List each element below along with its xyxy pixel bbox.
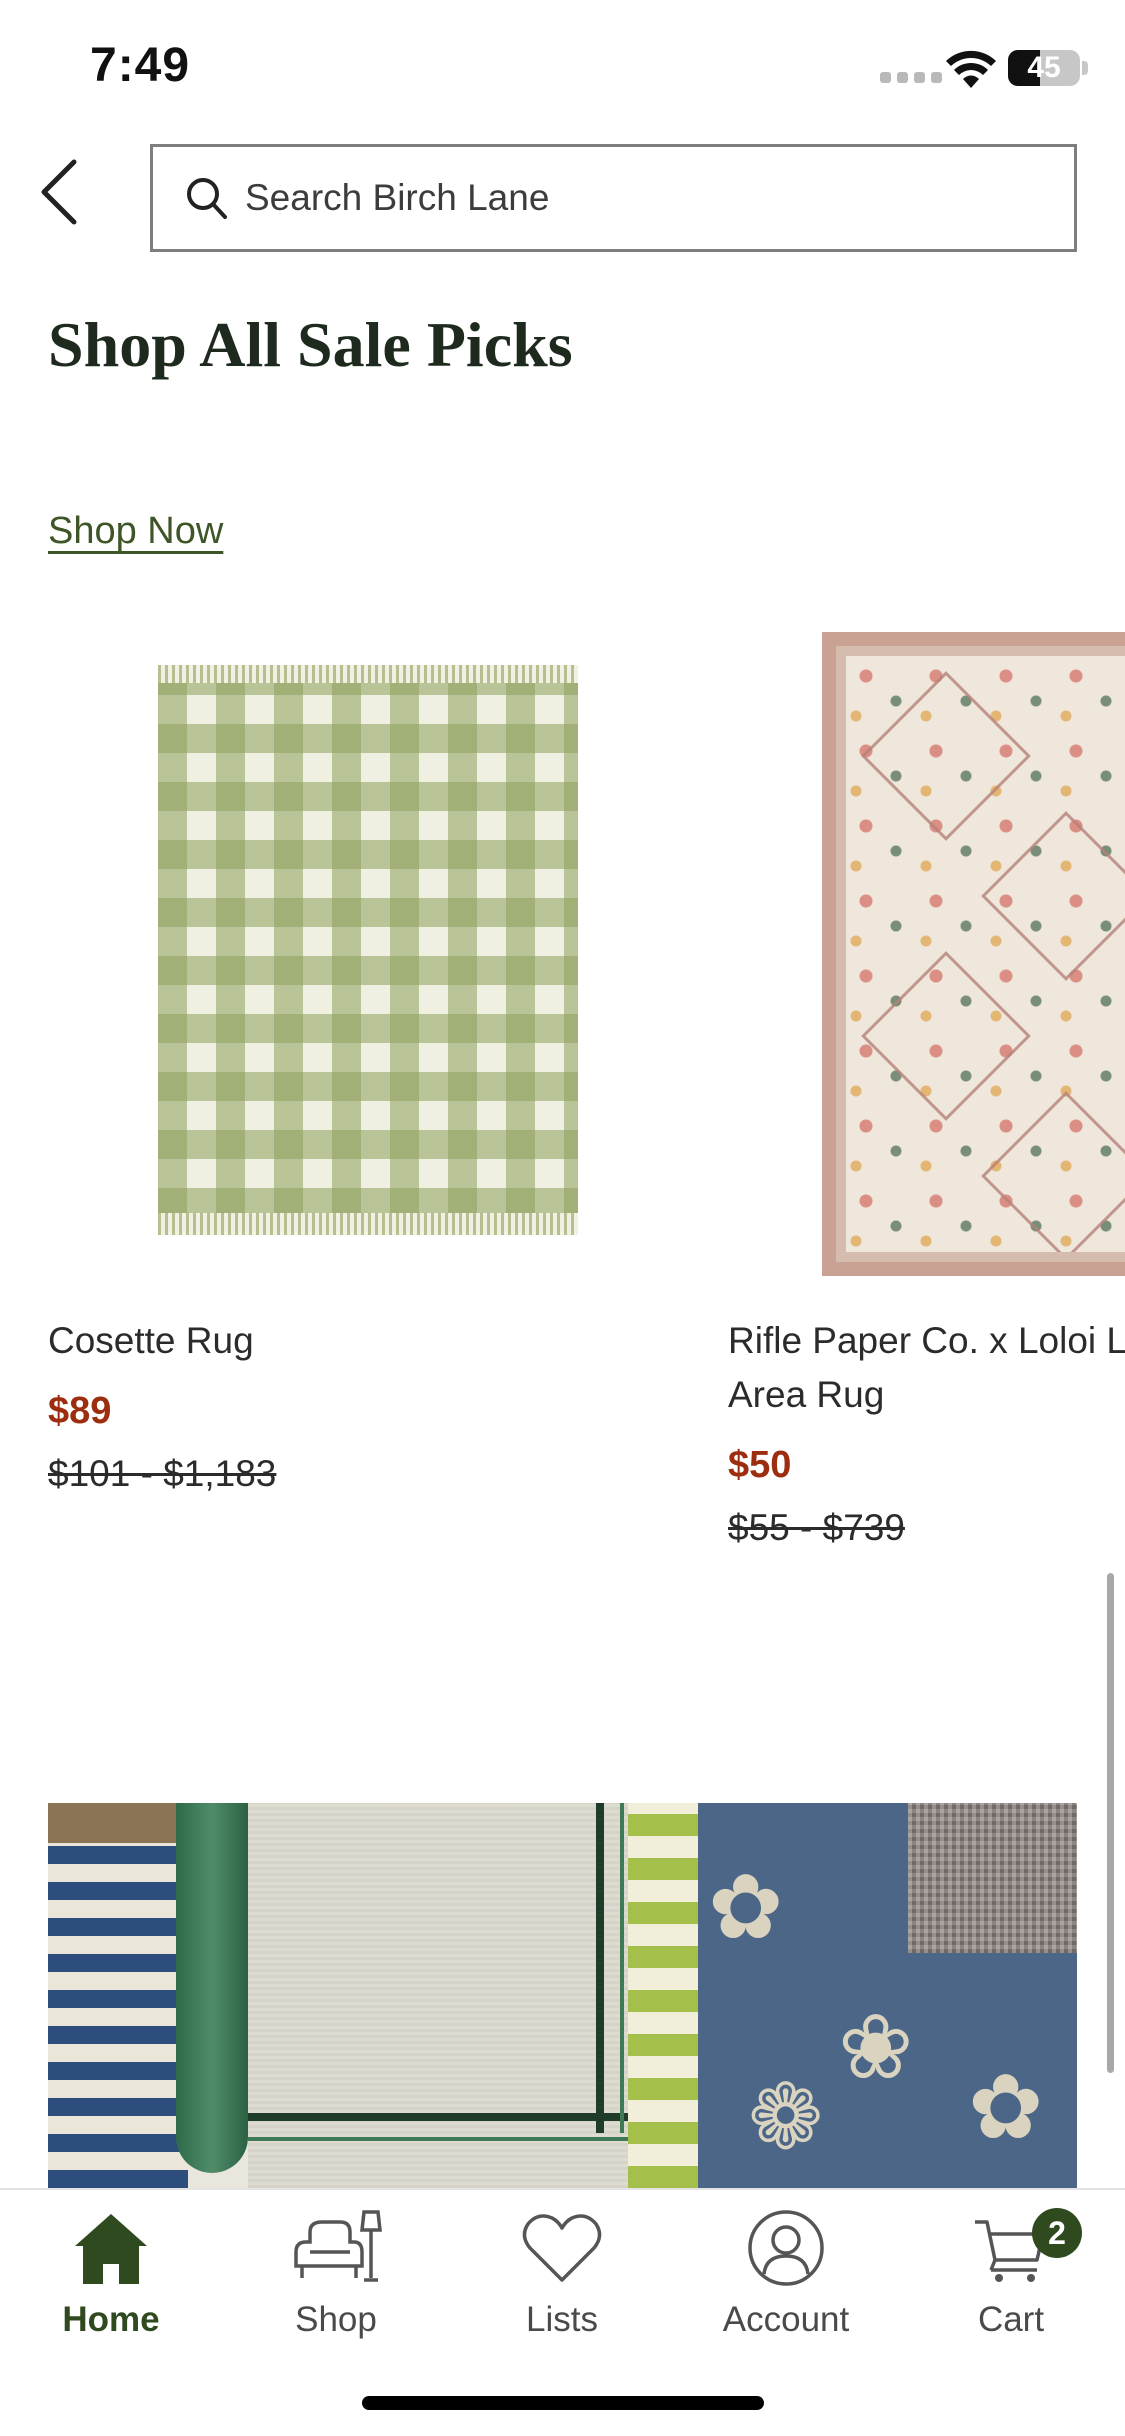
battery-level: 45 bbox=[1027, 51, 1061, 84]
product-card-rifle-paper-rug[interactable]: Rifle Paper Co. x Loloi L Area Rug $50 $… bbox=[728, 620, 1125, 1549]
product-name-line-1: Rifle Paper Co. x Loloi L bbox=[728, 1320, 1125, 1361]
tab-label: Account bbox=[722, 2300, 850, 2339]
search-icon bbox=[187, 178, 227, 219]
status-bar: 7:49 45 bbox=[0, 0, 1125, 140]
battery-icon: 45 bbox=[1008, 50, 1080, 86]
cart-count-badge: 2 bbox=[1032, 2208, 1082, 2258]
tab-account[interactable]: Account bbox=[691, 2208, 881, 2358]
product-name-line-2: Area Rug bbox=[728, 1374, 885, 1415]
product-name[interactable]: Cosette Rug bbox=[48, 1314, 678, 1368]
original-price: $55 - $739 bbox=[728, 1507, 905, 1548]
product-image-cosette-rug[interactable] bbox=[48, 620, 678, 1276]
search-bar[interactable] bbox=[150, 144, 1077, 252]
battery-cap bbox=[1082, 61, 1088, 75]
product-name[interactable]: Rifle Paper Co. x Loloi L Area Rug bbox=[728, 1314, 1125, 1422]
scroll-indicator bbox=[1107, 1573, 1114, 2073]
shop-now-link[interactable]: Shop Now bbox=[48, 510, 223, 553]
search-input[interactable] bbox=[245, 177, 1025, 219]
back-button[interactable] bbox=[28, 152, 88, 232]
page-title: Shop All Sale Picks bbox=[48, 309, 573, 380]
tab-label: Cart bbox=[977, 2300, 1045, 2339]
home-icon bbox=[75, 2214, 147, 2284]
product-image-rifle-paper-rug[interactable] bbox=[728, 620, 1125, 1276]
tab-cart[interactable]: 2 Cart bbox=[916, 2208, 1106, 2358]
sale-price: $50 bbox=[728, 1444, 792, 1486]
chair-lamp-icon bbox=[294, 2210, 382, 2282]
product-carousel[interactable]: Cosette Rug $89 $101 - $1,183 Rifle Pape… bbox=[0, 620, 1125, 1580]
tab-label: Home bbox=[62, 2300, 160, 2339]
tab-home[interactable]: Home bbox=[16, 2208, 206, 2358]
wifi-icon bbox=[946, 50, 996, 88]
gingham-rug-image bbox=[158, 665, 578, 1235]
chevron-left-icon bbox=[41, 159, 77, 225]
status-time: 7:49 bbox=[90, 39, 191, 92]
sale-price: $89 bbox=[48, 1390, 112, 1432]
account-icon bbox=[748, 2210, 824, 2286]
tab-lists[interactable]: Lists bbox=[467, 2208, 657, 2358]
tab-shop[interactable]: Shop bbox=[241, 2208, 431, 2358]
tab-label: Lists bbox=[526, 2300, 598, 2339]
floral-rug-image bbox=[822, 632, 1125, 1276]
home-indicator[interactable] bbox=[362, 2396, 764, 2410]
cellular-signal-icon bbox=[880, 72, 942, 83]
original-price: $101 - $1,183 bbox=[48, 1453, 277, 1494]
rugs-promo-banner[interactable]: ✿ ❀ ✿ ❁ bbox=[48, 1803, 1077, 2188]
heart-icon bbox=[522, 2214, 602, 2282]
product-card-cosette-rug[interactable]: Cosette Rug $89 $101 - $1,183 bbox=[48, 620, 678, 1495]
tab-label: Shop bbox=[295, 2300, 377, 2339]
